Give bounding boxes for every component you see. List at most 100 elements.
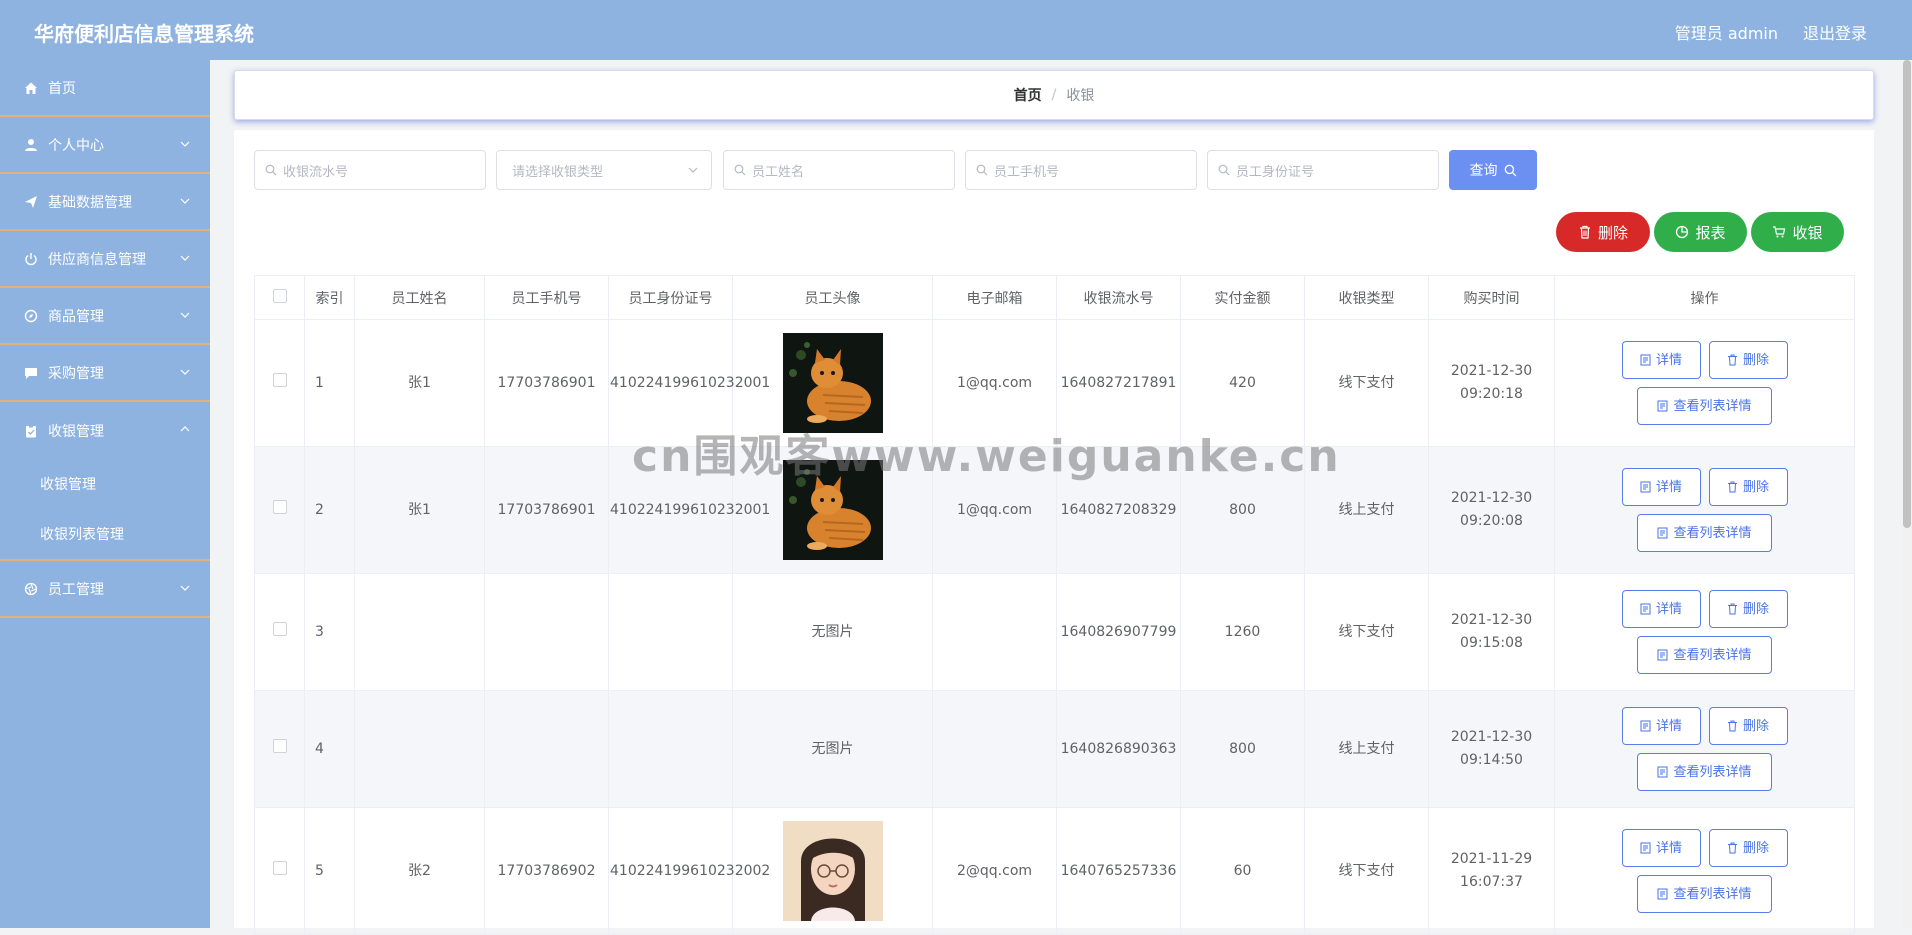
- detail-button[interactable]: 详情: [1621, 341, 1701, 379]
- delete-label: 删除: [1742, 479, 1769, 495]
- type-cell: 线下支付: [1304, 807, 1429, 935]
- document-icon: [1657, 400, 1668, 412]
- list-detail-button[interactable]: 查看列表详情: [1637, 387, 1772, 425]
- select-all-checkbox[interactable]: [272, 288, 287, 303]
- list-detail-label: 查看列表详情: [1673, 398, 1752, 414]
- email-cell: [932, 690, 1057, 808]
- breadcrumb-home[interactable]: 首页: [1014, 85, 1042, 105]
- list-detail-button[interactable]: 查看列表详情: [1637, 875, 1772, 913]
- sidebar-item-staff[interactable]: 员工管理: [0, 561, 210, 618]
- row-select-cell[interactable]: [254, 807, 305, 935]
- query-label: 查询: [1469, 163, 1498, 179]
- serial-cell: 1640827208329: [1056, 446, 1181, 574]
- delete-label: 删除: [1742, 601, 1769, 617]
- list-detail-label: 查看列表详情: [1673, 886, 1752, 902]
- row-delete-button[interactable]: 删除: [1708, 829, 1788, 867]
- sidebar-item-home[interactable]: 首页: [0, 60, 210, 117]
- row-select-cell[interactable]: [254, 690, 305, 808]
- chevron-down-icon: [180, 312, 190, 318]
- trash-icon: [1579, 225, 1590, 239]
- sidebar-item-basic-data[interactable]: 基础数据管理: [0, 174, 210, 231]
- row-checkbox[interactable]: [272, 860, 287, 875]
- sidebar-item-supplier[interactable]: 供应商信息管理: [0, 231, 210, 288]
- girl-avatar-image: [782, 821, 883, 921]
- scrollbar-thumb[interactable]: [1903, 60, 1911, 528]
- detail-button[interactable]: 详情: [1621, 707, 1701, 745]
- row-checkbox[interactable]: [272, 738, 287, 753]
- cashier-button[interactable]: 收银: [1751, 212, 1844, 252]
- batch-delete-button[interactable]: 删除: [1556, 212, 1650, 252]
- staff-phone-input[interactable]: 员工手机号: [965, 150, 1197, 190]
- idcard-cell: [608, 690, 733, 808]
- amount-cell: 1260: [1180, 573, 1305, 691]
- send-icon: [25, 195, 37, 208]
- report-button[interactable]: 报表: [1654, 212, 1747, 252]
- time-cell: 2021-12-30 09:20:18: [1428, 319, 1555, 447]
- list-detail-button[interactable]: 查看列表详情: [1637, 514, 1772, 552]
- logout-link[interactable]: 退出登录: [1803, 20, 1867, 44]
- row-delete-button[interactable]: 删除: [1708, 707, 1788, 745]
- submenu-cashier-list-manage[interactable]: 收银列表管理: [0, 509, 210, 559]
- power-icon: [25, 252, 37, 265]
- sidebar-item-label: 个人中心: [48, 137, 104, 154]
- sidebar-item-label: 收银管理: [48, 423, 104, 440]
- serial-search-input[interactable]: 收银流水号: [254, 150, 486, 190]
- column-header: 收银类型: [1304, 275, 1429, 320]
- row-checkbox[interactable]: [272, 499, 287, 514]
- chevron-down-icon: [180, 198, 190, 204]
- row-select-cell[interactable]: [254, 446, 305, 574]
- time-cell: 2021-12-30 09:14:50: [1428, 690, 1555, 808]
- select-all-cell[interactable]: [254, 275, 305, 320]
- chevron-down-icon: [180, 585, 190, 591]
- type-cell: 线上支付: [1304, 446, 1429, 574]
- detail-button[interactable]: 详情: [1621, 468, 1701, 506]
- row-delete-button[interactable]: 删除: [1708, 468, 1788, 506]
- home-icon: [25, 82, 37, 94]
- column-header: 员工姓名: [354, 275, 485, 320]
- operations-cell: 详情 删除 查看列表详情: [1554, 446, 1855, 574]
- phone-cell: [484, 573, 609, 691]
- detail-button[interactable]: 详情: [1621, 590, 1701, 628]
- row-checkbox[interactable]: [272, 372, 287, 387]
- row-select-cell[interactable]: [254, 319, 305, 447]
- staff-name-input[interactable]: 员工姓名: [723, 150, 955, 190]
- delete-label: 删除: [1742, 718, 1769, 734]
- breadcrumb-separator: /: [1051, 87, 1057, 103]
- amount-cell: 800: [1180, 446, 1305, 574]
- submenu-cashier-manage[interactable]: 收银管理: [0, 459, 210, 509]
- list-detail-button[interactable]: 查看列表详情: [1637, 636, 1772, 674]
- email-cell: 2@qq.com: [932, 807, 1057, 935]
- cashier-type-select[interactable]: 请选择收银类型: [496, 150, 712, 190]
- admin-label: 管理员 admin: [1674, 24, 1778, 43]
- staff-idcard-input[interactable]: 员工身份证号: [1207, 150, 1439, 190]
- detail-button[interactable]: 详情: [1621, 829, 1701, 867]
- detail-label: 详情: [1655, 352, 1682, 368]
- serial-cell: 1640765257336: [1056, 807, 1181, 935]
- row-delete-button[interactable]: 删除: [1708, 341, 1788, 379]
- query-button[interactable]: 查询: [1449, 150, 1537, 190]
- sidebar-item-cashier[interactable]: 收银管理: [0, 402, 210, 459]
- table-row: 3 无图片 1640826907799 1260 线下支付 2021-12-30…: [254, 573, 1855, 691]
- sidebar: 首页 个人中心 基础数据管理 供应商信息管理 商品管理 采购管理 收银管理 收银…: [0, 60, 210, 928]
- type-placeholder: 请选择收银类型: [512, 164, 604, 180]
- delete-label: 删除: [1597, 223, 1628, 242]
- name-cell: 张1: [354, 446, 485, 574]
- time-cell: 2021-12-30 09:15:08: [1428, 573, 1555, 691]
- sidebar-item-label: 供应商信息管理: [48, 251, 146, 268]
- chevron-down-icon: [180, 141, 190, 147]
- sidebar-item-purchase[interactable]: 采购管理: [0, 345, 210, 402]
- list-detail-button[interactable]: 查看列表详情: [1637, 753, 1772, 791]
- trash-icon: [1727, 842, 1737, 854]
- sidebar-item-goods[interactable]: 商品管理: [0, 288, 210, 345]
- document-icon: [1657, 888, 1668, 900]
- row-delete-button[interactable]: 删除: [1708, 590, 1788, 628]
- page-scrollbar[interactable]: [1902, 60, 1912, 928]
- amount-cell: 420: [1180, 319, 1305, 447]
- column-header: 操作: [1554, 275, 1855, 320]
- detail-label: 详情: [1655, 601, 1682, 617]
- row-select-cell[interactable]: [254, 573, 305, 691]
- sidebar-item-profile[interactable]: 个人中心: [0, 117, 210, 174]
- idcard-cell: 410224199610232002: [608, 807, 770, 935]
- row-checkbox[interactable]: [272, 621, 287, 636]
- column-header: 购买时间: [1428, 275, 1555, 320]
